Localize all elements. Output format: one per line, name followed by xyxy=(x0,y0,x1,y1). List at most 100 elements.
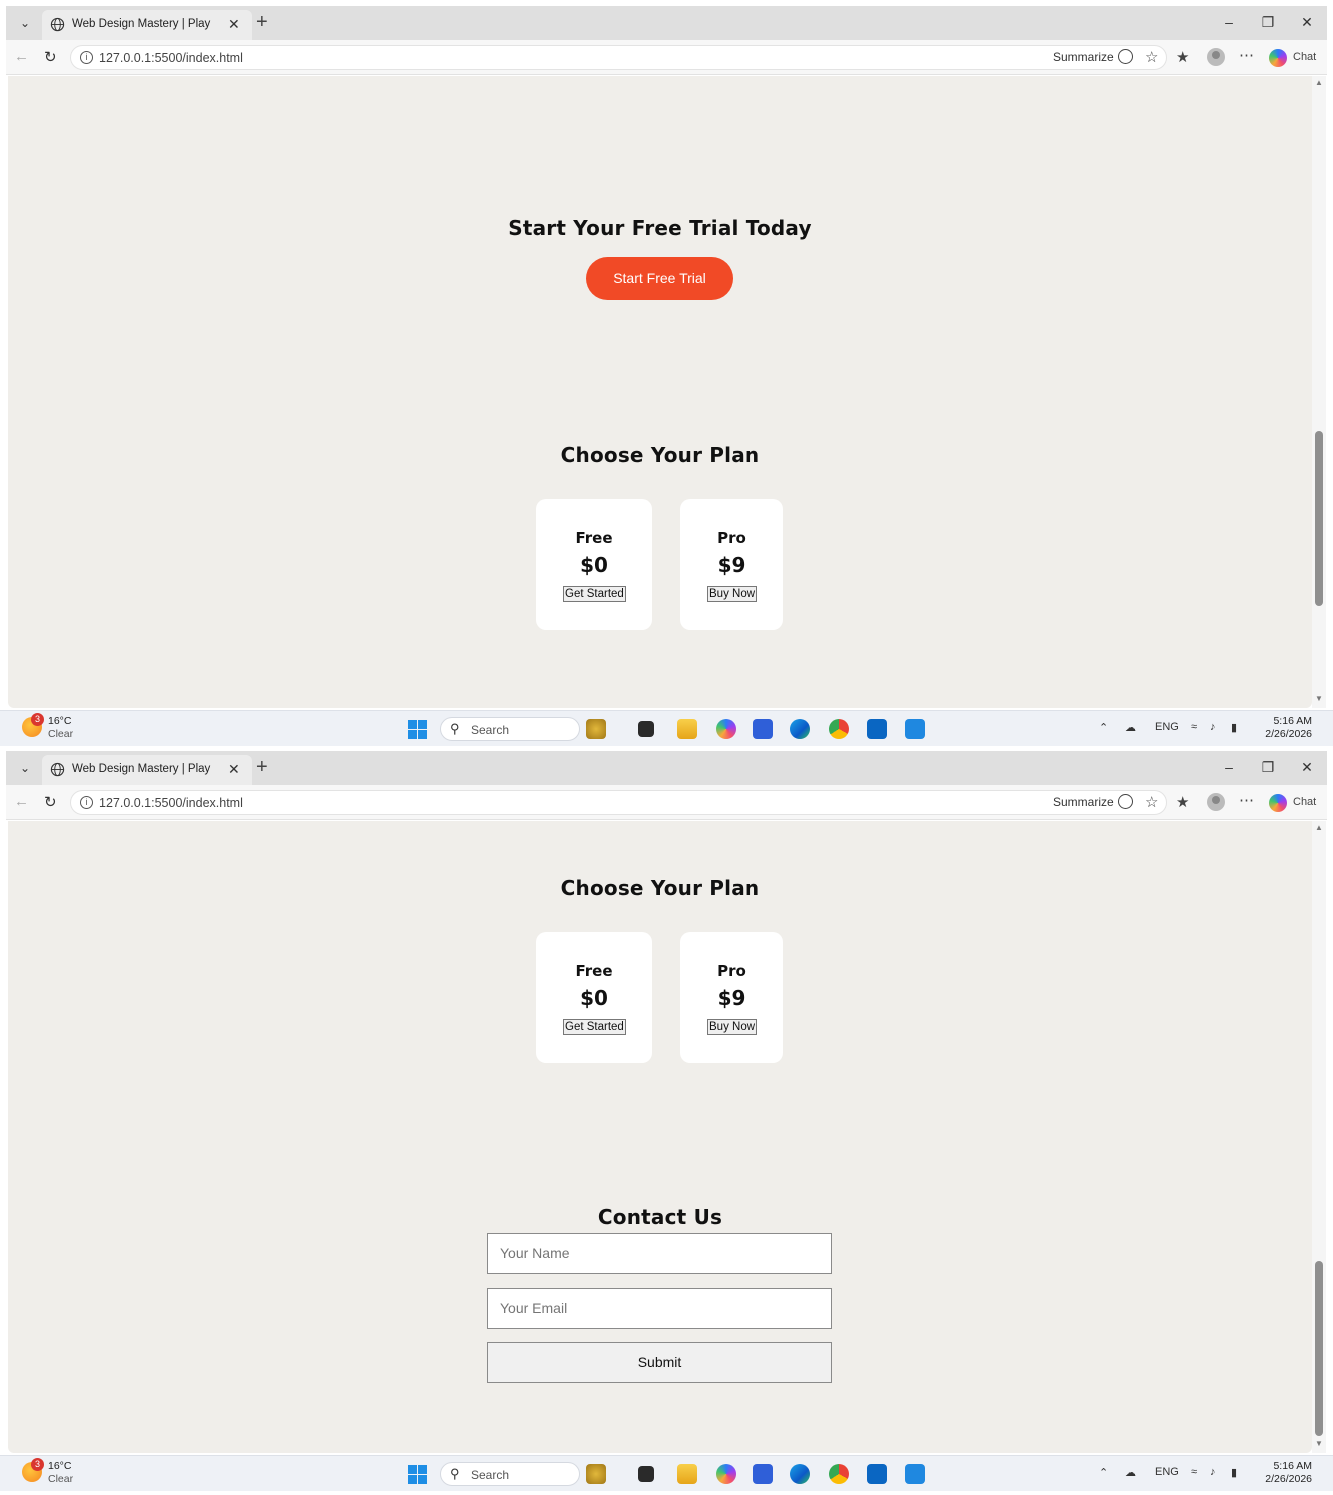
email-field[interactable]: Your Email xyxy=(487,1288,832,1329)
powerapps-icon[interactable] xyxy=(753,719,773,739)
name-field[interactable]: Your Name xyxy=(487,1233,832,1274)
vscode-icon[interactable] xyxy=(905,719,925,739)
favorite-star-icon[interactable]: ☆ xyxy=(1145,793,1158,811)
file-explorer-icon[interactable] xyxy=(677,719,697,739)
scrollbar-thumb[interactable] xyxy=(1315,1261,1323,1436)
battery-icon[interactable]: ▮ xyxy=(1231,1466,1237,1479)
reload-icon[interactable]: ↻ xyxy=(44,48,57,66)
volume-icon[interactable]: ♪ xyxy=(1210,1466,1216,1478)
widgets-icon[interactable] xyxy=(586,719,606,739)
info-icon[interactable]: i xyxy=(80,796,93,809)
summarize-button[interactable]: Summarize xyxy=(1053,50,1114,64)
start-free-trial-button[interactable]: Start Free Trial xyxy=(586,257,733,300)
buy-now-button[interactable]: Buy Now xyxy=(707,586,758,602)
tray-overflow-icon[interactable]: ⌃ xyxy=(1099,721,1108,734)
browser-tab[interactable]: Web Design Mastery | Play ✕ xyxy=(42,755,252,785)
copilot-app-icon[interactable] xyxy=(716,1464,736,1484)
date: 2/26/2026 xyxy=(1265,728,1312,740)
restore-icon[interactable]: ❐ xyxy=(1258,759,1278,776)
back-icon[interactable]: ← xyxy=(14,793,29,810)
close-icon[interactable]: ✕ xyxy=(228,761,240,778)
terminal-icon[interactable] xyxy=(638,1466,654,1482)
copilot-icon[interactable] xyxy=(1269,49,1287,67)
scrollbar-thumb[interactable] xyxy=(1315,431,1323,606)
back-icon[interactable]: ← xyxy=(14,48,29,65)
scroll-up-icon[interactable]: ▲ xyxy=(1315,78,1323,87)
favorites-list-icon[interactable]: ★ xyxy=(1176,793,1189,811)
chrome-icon[interactable] xyxy=(829,1464,849,1484)
language-indicator[interactable]: ENG xyxy=(1155,1466,1179,1478)
new-tab-icon[interactable]: + xyxy=(256,11,268,33)
get-started-button[interactable]: Get Started xyxy=(563,586,626,602)
linkedin-icon[interactable] xyxy=(867,1464,887,1484)
favorite-star-icon[interactable]: ☆ xyxy=(1145,48,1158,66)
info-icon[interactable]: i xyxy=(80,51,93,64)
chrome-icon[interactable] xyxy=(829,719,849,739)
language-indicator[interactable]: ENG xyxy=(1155,721,1179,733)
weather-condition[interactable]: Clear xyxy=(48,1473,73,1485)
windows-start-icon[interactable] xyxy=(408,720,427,739)
wifi-icon[interactable]: ≈ xyxy=(1191,721,1197,733)
reload-icon[interactable]: ↻ xyxy=(44,793,57,811)
browser-tab[interactable]: Web Design Mastery | Play ✕ xyxy=(42,10,252,40)
copilot-app-icon[interactable] xyxy=(716,719,736,739)
close-icon[interactable]: ✕ xyxy=(228,16,240,33)
submit-button[interactable]: Submit xyxy=(487,1342,832,1383)
taskbar: 3 16°C Clear ⚲ Search ⌃ ☁ ENG ≈ ♪ ▮ 5:16… xyxy=(0,710,1333,746)
url-text[interactable]: 127.0.0.1:5500/index.html xyxy=(99,796,243,810)
cloud-icon[interactable]: ☁ xyxy=(1125,721,1136,734)
scrollbar[interactable]: ▲ ▼ xyxy=(1312,821,1326,1453)
terminal-icon[interactable] xyxy=(638,721,654,737)
clock[interactable]: 5:16 AM 2/26/2026 xyxy=(1264,1460,1312,1486)
get-started-button[interactable]: Get Started xyxy=(563,1019,626,1035)
powerapps-icon[interactable] xyxy=(753,1464,773,1484)
vscode-icon[interactable] xyxy=(905,1464,925,1484)
chat-button[interactable]: Chat xyxy=(1293,796,1316,808)
buy-now-button[interactable]: Buy Now xyxy=(707,1019,758,1035)
new-tab-icon[interactable]: + xyxy=(256,756,268,778)
restore-icon[interactable]: ❐ xyxy=(1258,14,1278,31)
cloud-icon[interactable]: ☁ xyxy=(1125,1466,1136,1479)
favorites-list-icon[interactable]: ★ xyxy=(1176,48,1189,66)
address-bar[interactable]: i 127.0.0.1:5500/index.html xyxy=(70,45,1167,70)
edge-icon[interactable] xyxy=(790,1464,810,1484)
edge-icon[interactable] xyxy=(790,719,810,739)
address-bar[interactable]: i 127.0.0.1:5500/index.html xyxy=(70,790,1167,815)
more-icon[interactable]: ⋯ xyxy=(1239,791,1254,809)
taskbar-search[interactable]: ⚲ Search xyxy=(440,1462,580,1486)
copilot-icon[interactable] xyxy=(1269,794,1287,812)
summarize-icon[interactable] xyxy=(1118,49,1133,64)
battery-icon[interactable]: ▮ xyxy=(1231,721,1237,734)
window-close-icon[interactable]: ✕ xyxy=(1297,759,1317,776)
linkedin-icon[interactable] xyxy=(867,719,887,739)
clock[interactable]: 5:16 AM 2/26/2026 xyxy=(1264,715,1312,741)
tab-list-icon[interactable]: ⌄ xyxy=(16,14,34,32)
windows-start-icon[interactable] xyxy=(408,1465,427,1484)
tab-list-icon[interactable]: ⌄ xyxy=(16,759,34,777)
taskbar-search[interactable]: ⚲ Search xyxy=(440,717,580,741)
wifi-icon[interactable]: ≈ xyxy=(1191,1466,1197,1478)
scroll-down-icon[interactable]: ▼ xyxy=(1315,1439,1323,1448)
more-icon[interactable]: ⋯ xyxy=(1239,46,1254,64)
temperature[interactable]: 16°C xyxy=(48,1460,71,1472)
scroll-up-icon[interactable]: ▲ xyxy=(1315,823,1323,832)
profile-icon[interactable] xyxy=(1207,48,1225,66)
window-close-icon[interactable]: ✕ xyxy=(1297,14,1317,31)
chat-button[interactable]: Chat xyxy=(1293,51,1316,63)
url-text[interactable]: 127.0.0.1:5500/index.html xyxy=(99,51,243,65)
date: 2/26/2026 xyxy=(1265,1473,1312,1485)
weather-condition[interactable]: Clear xyxy=(48,728,73,740)
profile-icon[interactable] xyxy=(1207,793,1225,811)
file-explorer-icon[interactable] xyxy=(677,1464,697,1484)
page-viewport: Start Your Free Trial Today Start Free T… xyxy=(8,76,1312,708)
tray-overflow-icon[interactable]: ⌃ xyxy=(1099,1466,1108,1479)
minimize-icon[interactable]: – xyxy=(1219,759,1239,775)
minimize-icon[interactable]: – xyxy=(1219,14,1239,30)
widgets-icon[interactable] xyxy=(586,1464,606,1484)
scroll-down-icon[interactable]: ▼ xyxy=(1315,694,1323,703)
volume-icon[interactable]: ♪ xyxy=(1210,721,1216,733)
summarize-button[interactable]: Summarize xyxy=(1053,795,1114,809)
scrollbar[interactable]: ▲ ▼ xyxy=(1312,76,1326,708)
summarize-icon[interactable] xyxy=(1118,794,1133,809)
temperature[interactable]: 16°C xyxy=(48,715,71,727)
